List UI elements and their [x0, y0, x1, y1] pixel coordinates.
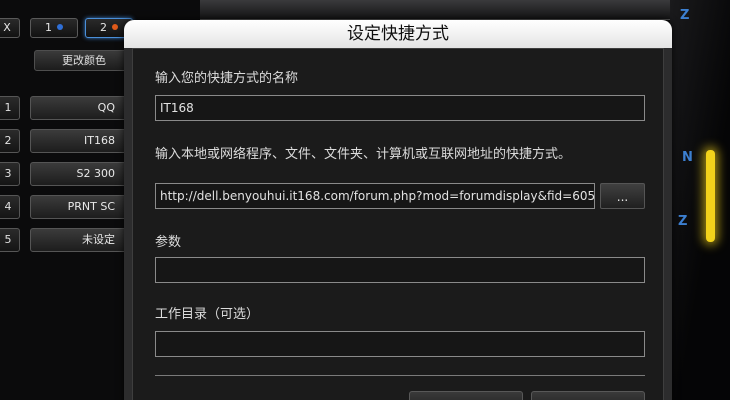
keyboard-key-glyph: N [682, 150, 693, 165]
macro-key-button[interactable]: S2 300 [30, 162, 130, 186]
macro-key-number: 5 [0, 228, 20, 252]
shortcut-name-input[interactable]: IT168 [155, 95, 645, 121]
profile-tab-label: 2 [100, 21, 107, 34]
change-color-button[interactable]: 更改颜色 [34, 50, 134, 71]
parameters-input[interactable] [155, 257, 645, 283]
keyboard-key-glyph: Z [678, 214, 688, 229]
macro-key-button[interactable]: QQ [30, 96, 130, 120]
macro-key-number: 4 [0, 195, 20, 219]
profile-tab-label: X [3, 21, 11, 34]
keyboard-image: Z N Z [670, 0, 730, 400]
shortcut-target-input[interactable]: http://dell.benyouhui.it168.com/forum.ph… [155, 183, 595, 209]
dialog-body: 输入您的快捷方式的名称 IT168 输入本地或网络程序、文件、文件夹、计算机或互… [132, 48, 664, 400]
profile-tab-1[interactable]: 1 [30, 18, 78, 38]
keyboard-glow-bar [706, 150, 715, 242]
dialog-title: 设定快捷方式 [124, 20, 672, 48]
profile-indicator-dot [112, 24, 118, 30]
working-directory-input[interactable] [155, 331, 645, 357]
profile-tab-label: 1 [45, 21, 52, 34]
profile-indicator-dot [57, 24, 63, 30]
macro-key-number: 3 [0, 162, 20, 186]
macro-key-number: 2 [0, 129, 20, 153]
macro-key-button[interactable]: PRNT SC [30, 195, 130, 219]
dialog-divider [155, 375, 645, 376]
working-directory-label: 工作目录（可选） [155, 307, 260, 322]
macro-key-number: 1 [0, 96, 20, 120]
keyboard-top-edge [200, 0, 680, 20]
keyboard-key-glyph: Z [680, 8, 690, 23]
shortcut-target-label: 输入本地或网络程序、文件、文件夹、计算机或互联网地址的快捷方式。 [155, 147, 572, 162]
profile-tab-x[interactable]: X [0, 18, 20, 38]
macro-key-button[interactable]: IT168 [30, 129, 130, 153]
shortcut-name-label: 输入您的快捷方式的名称 [155, 71, 299, 86]
macro-key-button[interactable]: 未设定 [30, 228, 130, 252]
cancel-button[interactable] [531, 391, 645, 400]
parameters-label: 参数 [155, 235, 182, 250]
browse-button[interactable]: ... [600, 183, 645, 209]
shortcut-dialog: 设定快捷方式 输入您的快捷方式的名称 IT168 输入本地或网络程序、文件、文件… [124, 20, 672, 400]
ok-button[interactable] [409, 391, 523, 400]
